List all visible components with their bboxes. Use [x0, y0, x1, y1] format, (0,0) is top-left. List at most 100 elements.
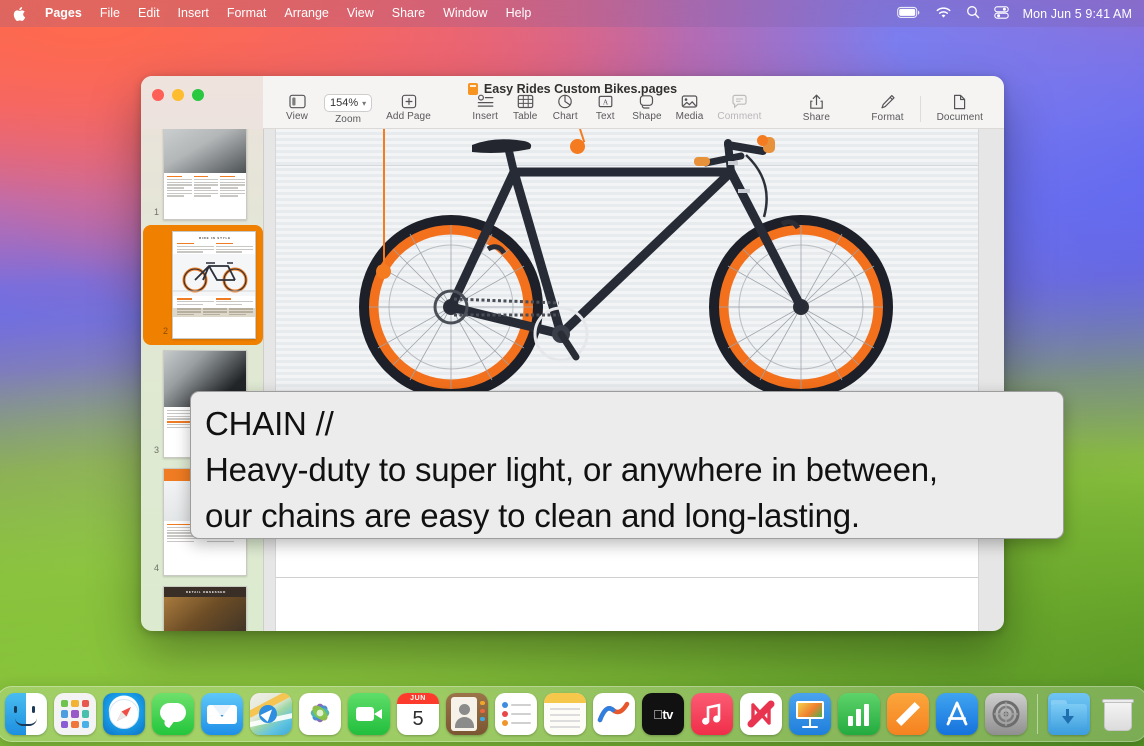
insert-button[interactable]: Insert [465, 94, 505, 122]
calendar-month: JUN [397, 693, 439, 704]
menu-item-help[interactable]: Help [497, 0, 541, 27]
control-center-icon[interactable] [994, 6, 1009, 22]
comment-label: Comment [717, 111, 761, 122]
hover-text-panel: CHAIN // Heavy-duty to super light, or a… [190, 391, 1064, 539]
dock-item-keynote[interactable] [789, 693, 831, 735]
dock-item-maps[interactable] [250, 693, 292, 735]
hover-text-line-3: our chains are easy to clean and long-la… [205, 493, 1049, 539]
document-page: CHAIN // Heavy-duty to super light, or a… [276, 129, 978, 631]
insert-label: Insert [472, 111, 498, 122]
dock-divider [1037, 694, 1038, 734]
toolbar: View 154% ▾ Zoom Add Page Insert [263, 94, 1004, 129]
dock-item-reminders[interactable] [495, 693, 537, 735]
dock-item-photos[interactable] [299, 693, 341, 735]
zoom-control[interactable]: 154% ▾ Zoom [317, 94, 379, 125]
window-titlebar: Easy Rides Custom Bikes.pages View 154% … [141, 76, 1004, 129]
svg-text:A: A [603, 98, 609, 107]
menu-item-pages[interactable]: Pages [36, 0, 91, 27]
dock-item-messages[interactable] [152, 693, 194, 735]
zoom-label: Zoom [335, 114, 361, 125]
share-button[interactable]: Share [796, 94, 837, 123]
thumbnail-page-1[interactable]: 1 BIKES [141, 129, 263, 225]
page-thumbnail-sidebar[interactable]: 1 BIKES [141, 129, 263, 631]
dock-item-appstore[interactable] [936, 693, 978, 735]
dock-item-launchpad[interactable] [54, 693, 96, 735]
thumbnail-page-2[interactable]: 2 RIDE IN STYLE [143, 225, 263, 345]
hover-text-line-2: Heavy-duty to super light, or anywhere i… [205, 447, 1049, 493]
dock-item-finder[interactable] [5, 693, 47, 735]
window-body: 1 BIKES [141, 129, 1004, 631]
add-page-label: Add Page [386, 111, 431, 122]
media-label: Media [676, 111, 704, 122]
callout-leader-left [383, 129, 385, 268]
text-button[interactable]: A Text [585, 94, 625, 122]
format-button[interactable]: Format [864, 94, 910, 123]
thumbnail-image: RIDE IN STYLE [172, 231, 256, 339]
thumbnail-image: BIKES [163, 129, 247, 220]
search-icon[interactable] [966, 5, 980, 22]
wifi-icon[interactable] [935, 6, 952, 22]
dock-item-music[interactable] [691, 693, 733, 735]
dock-item-freeform[interactable] [593, 693, 635, 735]
callout-dot-left[interactable] [376, 264, 391, 279]
desktop: Pages File Edit Insert Format Arrange Vi… [0, 0, 1144, 746]
comment-button[interactable]: Comment [710, 94, 768, 122]
menu-item-view[interactable]: View [338, 0, 383, 27]
thumbnail-title: RIDE IN STYLE [173, 232, 256, 240]
thumbnail-page-5[interactable]: 5 DETAIL OBSESSED [141, 581, 263, 631]
thumbnail-title: DETAIL OBSESSED [164, 587, 247, 597]
add-page-button[interactable]: Add Page [379, 94, 438, 122]
dock-item-trash[interactable] [1097, 693, 1139, 735]
dock-item-system-settings[interactable] [985, 693, 1027, 735]
menu-item-share[interactable]: Share [383, 0, 434, 27]
calendar-day: 5 [397, 704, 439, 735]
dock-item-pages[interactable] [887, 693, 929, 735]
dock-item-news[interactable] [740, 693, 782, 735]
zoom-dropdown[interactable]: 154% ▾ [324, 94, 372, 112]
hover-text-line-1: CHAIN // [205, 401, 1049, 447]
chart-label: Chart [553, 111, 578, 122]
dock-item-contacts[interactable] [446, 693, 488, 735]
menu-item-format[interactable]: Format [218, 0, 276, 27]
menu-item-insert[interactable]: Insert [169, 0, 218, 27]
dock: JUN 5 [0, 686, 1144, 742]
share-label: Share [803, 112, 830, 123]
callout-dot-right[interactable] [570, 139, 585, 154]
dock-item-notes[interactable] [544, 693, 586, 735]
chart-button[interactable]: Chart [545, 94, 585, 122]
chevron-down-icon: ▾ [362, 99, 366, 108]
media-button[interactable]: Media [669, 94, 711, 122]
view-button[interactable]: View [277, 94, 317, 122]
menu-item-file[interactable]: File [91, 0, 129, 27]
dock-item-calendar[interactable]: JUN 5 [397, 693, 439, 735]
document-button[interactable]: Document [930, 94, 990, 123]
dock-item-numbers[interactable] [838, 693, 880, 735]
table-button[interactable]: Table [505, 94, 545, 122]
menu-item-window[interactable]: Window [434, 0, 496, 27]
dock-item-safari[interactable] [103, 693, 145, 735]
thumbnail-image: DETAIL OBSESSED [163, 586, 247, 631]
dock-item-facetime[interactable] [348, 693, 390, 735]
shape-button[interactable]: Shape [625, 94, 668, 122]
bike-photo [276, 129, 978, 401]
document-canvas[interactable]: CHAIN // Heavy-duty to super light, or a… [263, 129, 1004, 631]
menu-item-arrange[interactable]: Arrange [275, 0, 337, 27]
thumbnail-number: 3 [141, 445, 159, 458]
thumbnail-number: 4 [141, 563, 159, 576]
shape-label: Shape [632, 111, 661, 122]
battery-icon[interactable] [897, 6, 921, 22]
menu-item-edit[interactable]: Edit [129, 0, 169, 27]
table-label: Table [513, 111, 537, 122]
callout-dot-handlebar[interactable] [757, 135, 768, 146]
dock-item-mail[interactable] [201, 693, 243, 735]
dock-item-appletv[interactable]: tv [642, 693, 684, 735]
dock-item-downloads[interactable] [1048, 693, 1090, 735]
menu-bar-clock[interactable]: Mon Jun 5 9:41 AM [1023, 7, 1132, 21]
pages-window: Easy Rides Custom Bikes.pages View 154% … [141, 76, 1004, 631]
menu-bar: Pages File Edit Insert Format Arrange Vi… [0, 0, 1144, 27]
toolbar-divider [920, 96, 921, 122]
text-label: Text [596, 111, 615, 122]
document-label: Document [937, 112, 983, 123]
format-label: Format [871, 112, 903, 123]
apple-logo-icon[interactable] [12, 6, 26, 22]
